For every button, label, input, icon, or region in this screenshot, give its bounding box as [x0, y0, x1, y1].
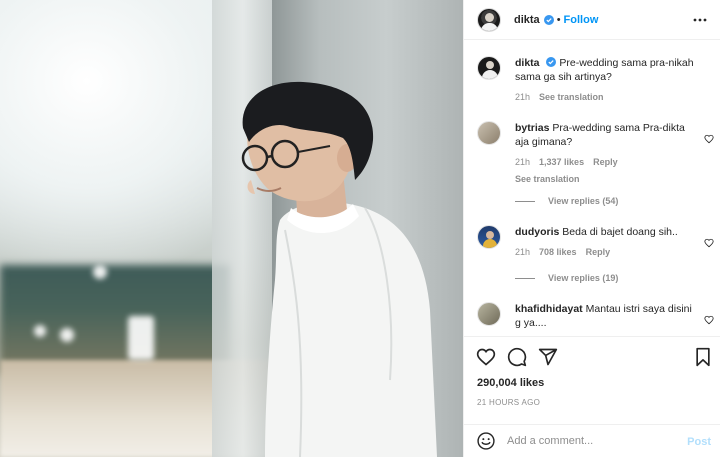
see-translation-link[interactable]: See translation — [515, 172, 695, 186]
comment-item: dudyoris Beda di bajet doang sih.. 21h 7… — [477, 225, 714, 259]
caption-time[interactable]: 21h — [515, 90, 530, 104]
caption-avatar[interactable] — [477, 56, 501, 80]
comment-likes[interactable]: 1,337 likes — [539, 155, 584, 169]
header-separator: • — [556, 13, 561, 26]
bokeh-light — [60, 328, 74, 342]
post-header: dikta • Follow — [464, 0, 720, 40]
bokeh-light — [93, 265, 107, 279]
post-timestamp[interactable]: 21 HOURS AGO — [477, 398, 540, 407]
send-icon[interactable] — [538, 347, 558, 367]
bookmark-icon[interactable] — [693, 347, 713, 367]
follow-button[interactable]: Follow — [564, 14, 599, 26]
divider — [515, 277, 535, 279]
comment-username[interactable]: bytrias — [515, 122, 549, 134]
comment-time[interactable]: 21h — [515, 245, 530, 259]
comment-avatar[interactable] — [477, 302, 501, 326]
likes-count[interactable]: 290,004 likes — [477, 377, 544, 389]
comment-item: bytrias Pra-wedding sama Pra-dikta aja g… — [477, 121, 714, 186]
caption-username[interactable]: dikta — [515, 57, 540, 69]
comment-likes[interactable]: 708 likes — [539, 245, 577, 259]
header-username[interactable]: dikta — [514, 14, 540, 26]
instagram-post: dikta • Follow dikta Pre-wedding sama pr… — [0, 0, 720, 457]
bokeh-light — [34, 325, 46, 337]
verified-badge-icon — [543, 14, 554, 25]
comments-panel: dikta • Follow dikta Pre-wedding sama pr… — [463, 0, 720, 457]
photo-background-trees — [0, 265, 230, 375]
comment-like-heart-icon[interactable] — [704, 134, 714, 144]
more-horizontal-icon[interactable] — [693, 13, 707, 27]
add-comment-bar: Post — [464, 424, 720, 457]
emoji-icon[interactable] — [476, 431, 496, 451]
comments-list[interactable]: dikta Pre-wedding sama pra-nikah sama ga… — [464, 41, 720, 335]
bokeh-light — [128, 316, 154, 360]
view-replies-label: View replies (19) — [548, 273, 619, 283]
view-replies-label: View replies (54) — [548, 196, 619, 206]
comment-text: Beda di bajet doang sih.. — [562, 226, 678, 238]
comment-item: khafidhidayat Mantau istri saya disini g… — [477, 302, 714, 330]
post-comment-button[interactable]: Post — [687, 436, 711, 448]
photo-subject — [241, 81, 437, 457]
post-photo[interactable] — [0, 0, 463, 457]
verified-badge-icon — [546, 57, 557, 67]
see-translation-link[interactable]: See translation — [539, 90, 604, 104]
reply-button[interactable]: Reply — [586, 245, 611, 259]
add-comment-input[interactable] — [507, 435, 677, 447]
comment-username[interactable]: dudyoris — [515, 226, 559, 238]
caption-text: Pre-wedding sama pra-nikah sama ga sih a… — [515, 57, 694, 83]
action-bar — [464, 336, 720, 376]
view-replies-button[interactable]: View replies (54) — [515, 196, 618, 206]
comment-username[interactable]: khafidhidayat — [515, 303, 583, 315]
heart-icon[interactable] — [476, 347, 496, 367]
post-caption: dikta Pre-wedding sama pra-nikah sama ga… — [477, 56, 713, 104]
comment-icon[interactable] — [507, 347, 527, 367]
reply-button[interactable]: Reply — [593, 155, 618, 169]
divider — [515, 200, 535, 202]
comment-time[interactable]: 21h — [515, 155, 530, 169]
comment-avatar[interactable] — [477, 225, 501, 249]
view-replies-button[interactable]: View replies (19) — [515, 273, 618, 283]
comment-like-heart-icon[interactable] — [704, 315, 714, 325]
comment-like-heart-icon[interactable] — [704, 238, 714, 248]
comment-avatar[interactable] — [477, 121, 501, 145]
profile-avatar[interactable] — [477, 7, 501, 32]
